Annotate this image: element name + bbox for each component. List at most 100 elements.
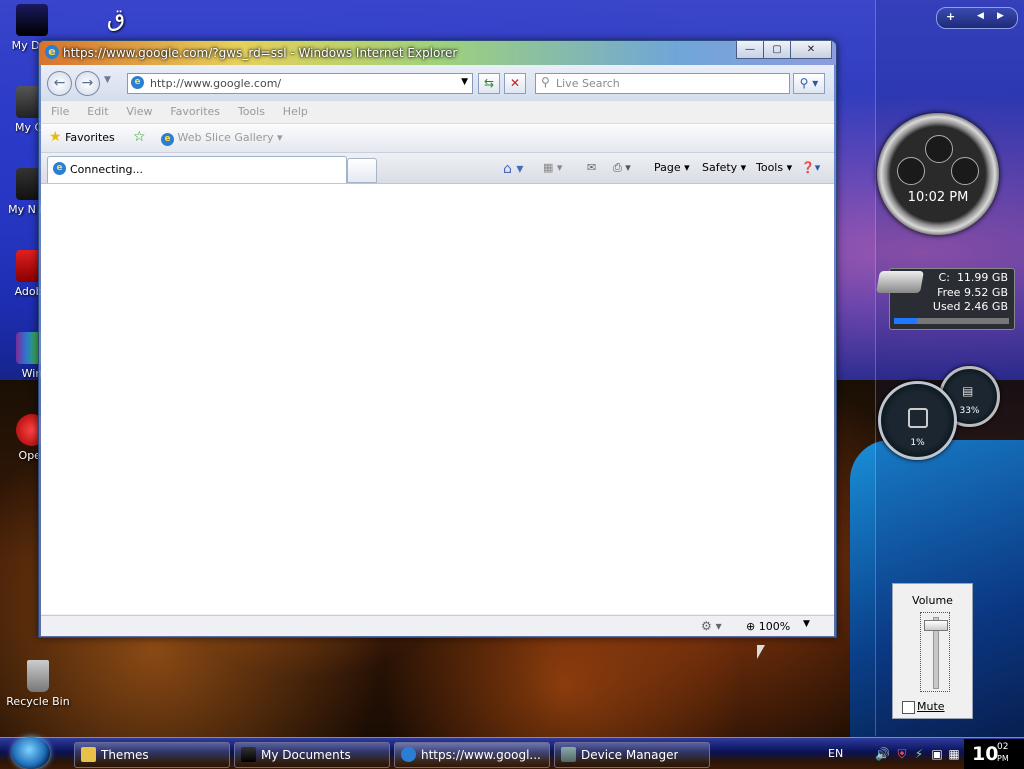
menu-edit[interactable]: Edit: [87, 101, 108, 123]
close-button[interactable]: ✕: [790, 40, 832, 59]
menu-file[interactable]: File: [51, 101, 69, 123]
documents-icon: [241, 747, 256, 762]
clock-subdial-right: [951, 157, 979, 185]
web-slice-label: Web Slice Gallery: [177, 131, 274, 144]
clock-minute: 02: [997, 742, 1009, 752]
volume-slider[interactable]: [920, 612, 950, 692]
page-ie-icon: e: [131, 76, 144, 89]
feeds-icon[interactable]: ▦ ▾: [543, 161, 562, 174]
search-icon: ⚲: [541, 75, 550, 89]
drive-free-label: Free: [937, 286, 961, 299]
recycle-bin-icon: [27, 660, 49, 692]
display-icon[interactable]: ▦: [947, 747, 961, 761]
volume-icon[interactable]: 🔊: [875, 747, 890, 761]
taskbar-item-device-manager[interactable]: Device Manager: [554, 742, 710, 768]
taskbar-item-label: Device Manager: [581, 748, 679, 762]
language-indicator[interactable]: EN: [828, 747, 843, 760]
taskbar: Themes My Documents https://www.googl...…: [0, 737, 1024, 769]
drive-meter-gadget[interactable]: C: 11.99 GB Free 9.52 GB Used 2.46 GB: [876, 268, 1015, 330]
address-toolbar: ← → ▼ e http://www.google.com/ ▼ ⇆ ✕ ⚲ L…: [41, 65, 834, 101]
zoom-level: 100%: [758, 620, 791, 633]
title-bar[interactable]: e https://www.google.com/?gws_rd=ssl - W…: [39, 40, 836, 65]
zoom-dropdown-icon[interactable]: ▼: [803, 619, 810, 629]
volume-slider-thumb[interactable]: [924, 620, 948, 631]
home-icon[interactable]: ⌂ ▾: [503, 161, 523, 177]
security-shield-icon[interactable]: ⛨: [895, 747, 909, 761]
safety-menu[interactable]: Safety ▾: [702, 161, 746, 174]
drive-letter: C:: [938, 271, 950, 284]
volume-popup: Volume Mute: [892, 583, 973, 719]
protected-mode-icon[interactable]: ⚙ ▾: [701, 619, 722, 633]
menu-favorites[interactable]: Favorites: [170, 101, 220, 123]
cpu-gauge[interactable]: 1%: [878, 381, 957, 460]
help-icon[interactable]: ❓▾: [801, 161, 820, 174]
stop-button[interactable]: ✕: [504, 73, 526, 94]
desktop-icon-label: Recycle Bin: [6, 695, 70, 708]
back-button[interactable]: ←: [47, 71, 72, 96]
clock-hour: 10: [972, 743, 999, 765]
start-button[interactable]: [12, 737, 50, 769]
clock-gadget[interactable]: 10:02 PM: [877, 113, 999, 235]
tab-title: Connecting...: [70, 163, 143, 176]
address-dropdown-icon[interactable]: ▼: [461, 77, 468, 87]
page-content[interactable]: [41, 184, 834, 614]
mute-checkbox[interactable]: [902, 701, 915, 714]
folder-icon: [81, 747, 96, 762]
taskbar-item-themes[interactable]: Themes: [74, 742, 230, 768]
minimize-button[interactable]: —: [736, 40, 764, 59]
menu-help[interactable]: Help: [283, 101, 308, 123]
favorites-button[interactable]: ★ Favorites: [49, 129, 115, 145]
browser-window: e https://www.google.com/?gws_rd=ssl - W…: [38, 40, 837, 638]
next-gadget-button[interactable]: ▶: [997, 11, 1004, 21]
previous-gadget-button[interactable]: ◀: [977, 11, 984, 21]
search-input[interactable]: ⚲ Live Search: [535, 73, 790, 94]
search-go-button[interactable]: ⚲ ▾: [793, 73, 825, 94]
zoom-icon: ⊕: [746, 620, 756, 633]
safety-menu-label: Safety: [702, 161, 738, 174]
tab-bar: e Connecting... ⌂ ▾ ▦ ▾ ✉ ⎙ ▾ Page ▾ Saf…: [41, 153, 834, 184]
web-slice-ie-icon: e: [161, 133, 174, 146]
new-tab-button[interactable]: [347, 158, 377, 183]
mail-icon[interactable]: ✉: [587, 161, 596, 174]
zoom-control[interactable]: ⊕ 100%: [746, 620, 790, 633]
desktop-icon-app[interactable]: ق: [80, 2, 152, 37]
cpu-icon: [908, 408, 928, 428]
menu-tools[interactable]: Tools: [238, 101, 265, 123]
forward-button[interactable]: →: [75, 71, 100, 96]
taskbar-item-my-documents[interactable]: My Documents: [234, 742, 390, 768]
page-menu-label: Page: [654, 161, 681, 174]
network-icon[interactable]: ⚡: [912, 747, 926, 761]
drive-used-label: Used: [932, 300, 961, 313]
window-title: https://www.google.com/?gws_rd=ssl - Win…: [63, 46, 458, 60]
address-text[interactable]: http://www.google.com/: [150, 77, 281, 90]
page-menu[interactable]: Page ▾: [654, 161, 690, 174]
drive-total: 11.99 GB: [956, 271, 1008, 284]
add-to-favorites-bar-icon[interactable]: ☆: [133, 129, 146, 145]
clock-ampm: PM: [997, 754, 1009, 763]
status-bar: ⚙ ▾ ⊕ 100% ▼: [41, 615, 834, 636]
device-manager-icon: [561, 747, 576, 762]
recent-pages-dropdown-icon[interactable]: ▼: [104, 75, 111, 85]
address-bar[interactable]: e http://www.google.com/ ▼: [127, 73, 473, 94]
maximize-button[interactable]: ▢: [763, 40, 791, 59]
taskbar-item-internet-explorer[interactable]: https://www.googl...: [394, 742, 550, 768]
menu-view[interactable]: View: [126, 101, 152, 123]
print-icon[interactable]: ⎙ ▾: [613, 161, 631, 175]
documents-icon: [16, 4, 48, 36]
taskbar-clock[interactable]: 10 02 PM: [964, 739, 1024, 769]
device-icon[interactable]: ▣: [930, 747, 944, 761]
tools-menu[interactable]: Tools ▾: [756, 161, 792, 174]
web-slice-gallery-link[interactable]: e Web Slice Gallery ▾: [161, 131, 283, 146]
menu-bar: File Edit View Favorites Tools Help: [41, 101, 834, 124]
taskbar-item-label: Themes: [101, 748, 149, 762]
mute-label[interactable]: Mute: [917, 700, 945, 713]
tab-active[interactable]: e Connecting...: [47, 156, 347, 183]
favorites-label: Favorites: [65, 131, 115, 144]
favorites-star-icon: ★: [49, 129, 62, 145]
drive-usage-bar: [894, 318, 1009, 324]
cpu-percent: 1%: [910, 438, 925, 448]
add-gadget-button[interactable]: +: [946, 10, 955, 23]
refresh-button[interactable]: ⇆: [478, 73, 500, 94]
clock-subdial-top: [925, 135, 953, 163]
desktop-icon-recycle-bin[interactable]: Recycle Bin: [2, 660, 74, 708]
